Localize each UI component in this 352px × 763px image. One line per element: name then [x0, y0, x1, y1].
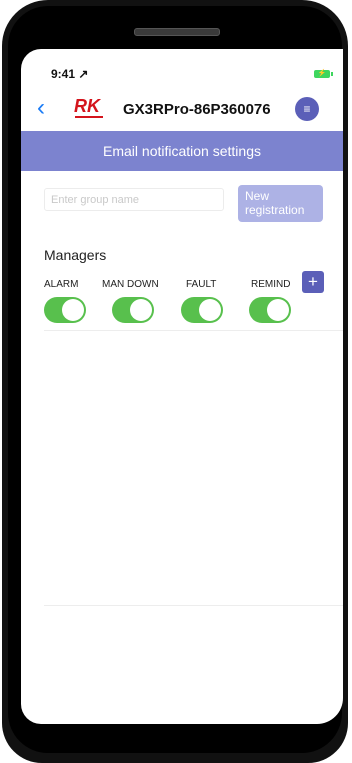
- device-title: GX3RPro-86P360076: [123, 101, 271, 118]
- menu-button[interactable]: ≡: [295, 97, 319, 121]
- toggle-knob: [267, 299, 289, 321]
- battery-icon: ⚡: [314, 70, 333, 78]
- toggle-knob: [130, 299, 152, 321]
- column-label-alarm: ALARM: [44, 279, 79, 290]
- column-label-remind: REMIND: [251, 279, 291, 290]
- rk-logo: RK: [74, 96, 103, 118]
- app-screen: 9:41 ↗ ⚡ ‹ RK GX3RPro-86P360076 ≡ Email …: [21, 49, 343, 724]
- status-bar: 9:41 ↗ ⚡: [21, 49, 343, 89]
- speaker-grille: [134, 28, 220, 36]
- plus-icon: +: [308, 272, 318, 291]
- app-header: ‹ RK GX3RPro-86P360076 ≡: [21, 89, 343, 129]
- column-label-man-down: MAN DOWN: [102, 279, 159, 290]
- banner-title: Email notification settings: [103, 143, 261, 159]
- section-banner: Email notification settings: [21, 131, 343, 171]
- add-manager-button[interactable]: +: [302, 271, 324, 293]
- managers-title: Managers: [44, 247, 107, 263]
- remind-toggle[interactable]: [249, 297, 291, 323]
- alarm-toggle[interactable]: [44, 297, 86, 323]
- list-bottom-divider: [44, 605, 343, 606]
- man-down-toggle[interactable]: [112, 297, 154, 323]
- group-name-input[interactable]: [44, 188, 224, 211]
- svg-text:RK: RK: [74, 96, 102, 116]
- phone-frame: 9:41 ↗ ⚡ ‹ RK GX3RPro-86P360076 ≡ Email …: [2, 0, 348, 763]
- new-registration-button[interactable]: New registration: [238, 185, 323, 222]
- menu-icon: ≡: [303, 102, 311, 116]
- fault-toggle[interactable]: [181, 297, 223, 323]
- row-divider: [44, 330, 343, 331]
- status-time: 9:41 ↗: [51, 67, 89, 81]
- toggle-knob: [62, 299, 84, 321]
- column-label-fault: FAULT: [186, 279, 217, 290]
- toggle-knob: [199, 299, 221, 321]
- back-button[interactable]: ‹: [37, 96, 45, 120]
